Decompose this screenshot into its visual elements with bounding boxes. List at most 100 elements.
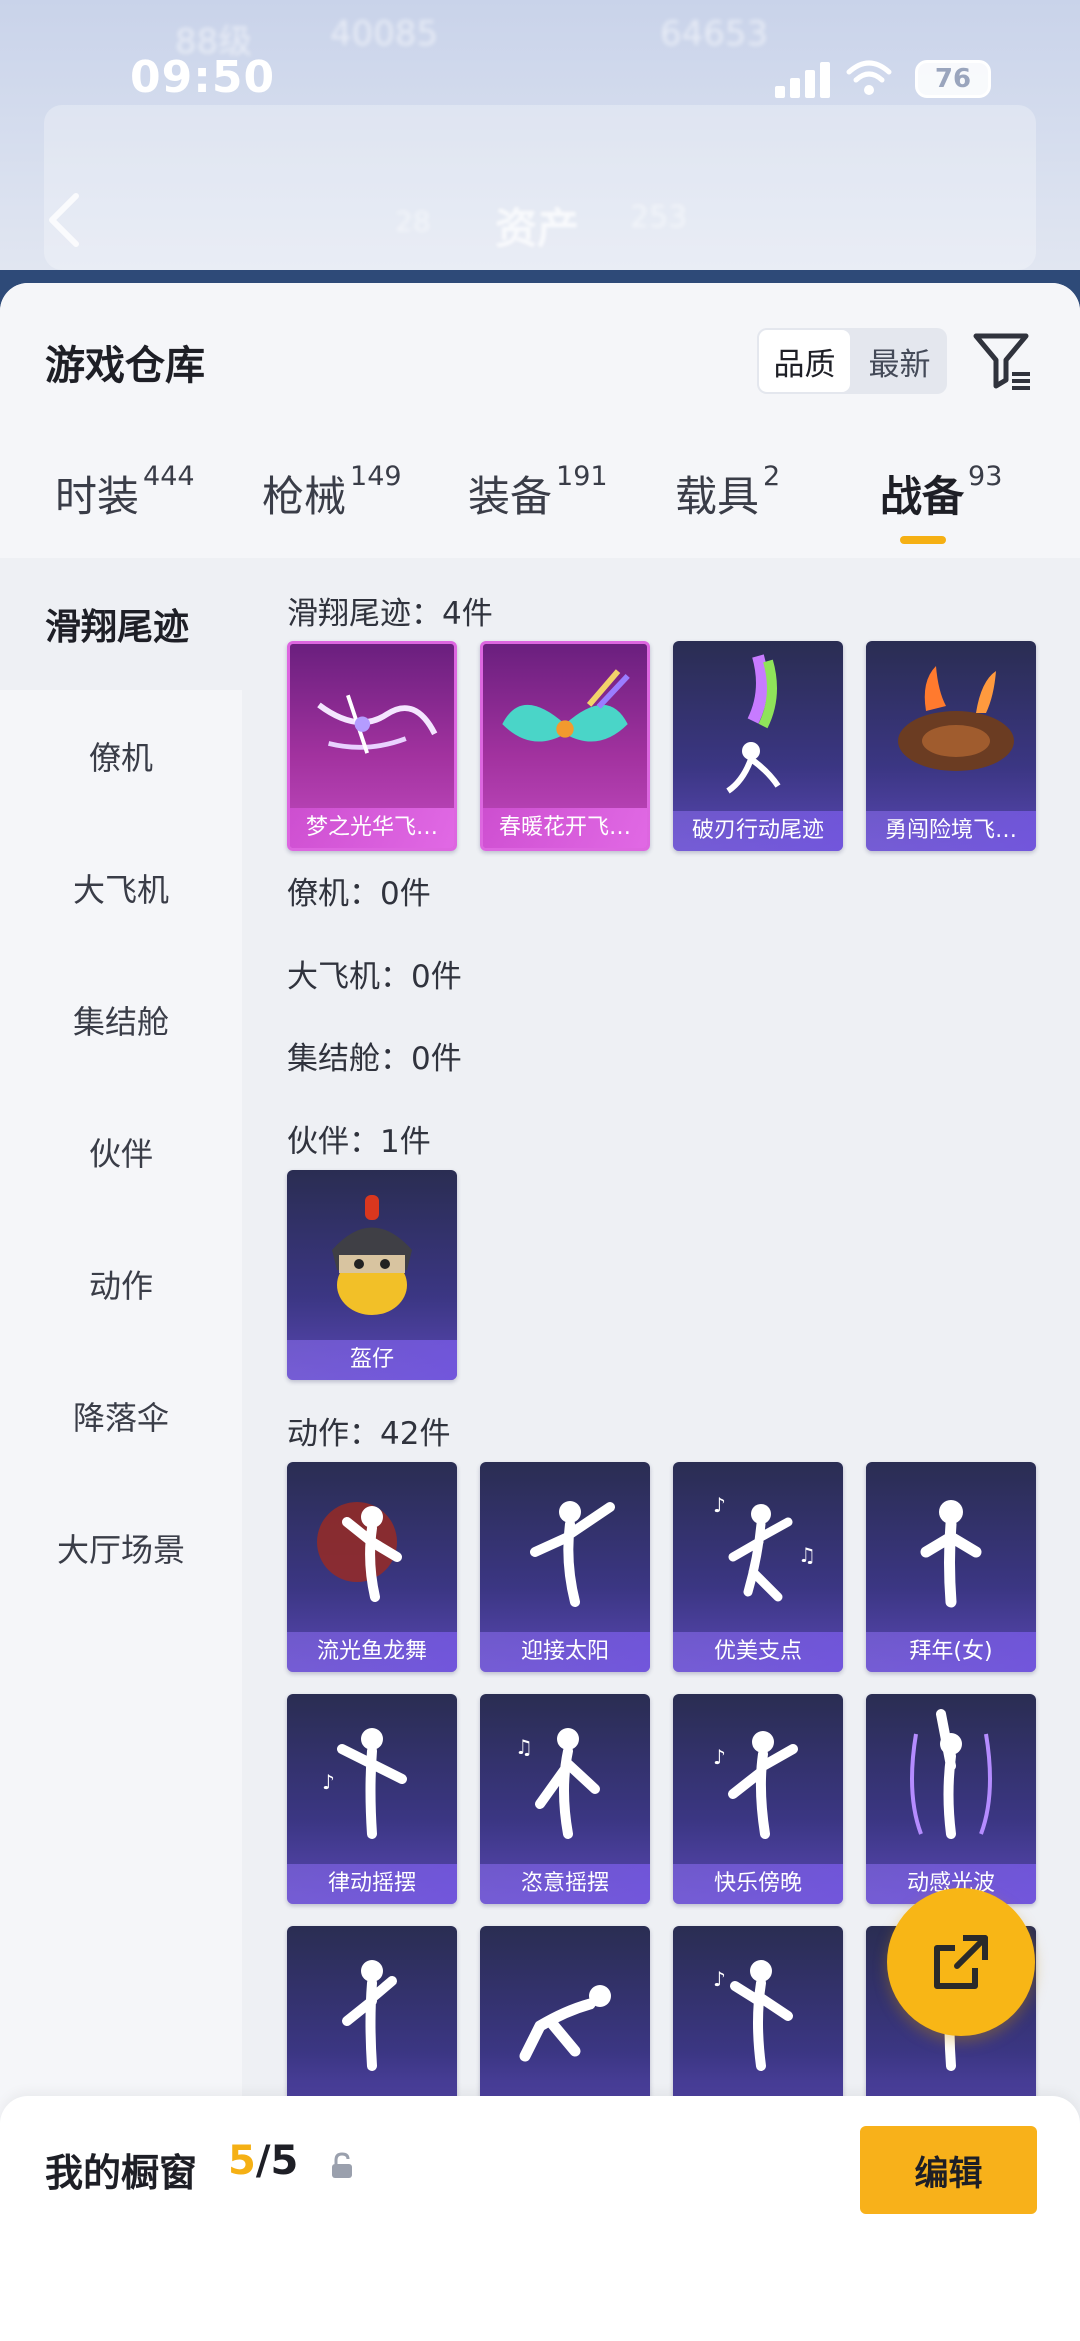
section-label-wingman: 僚机：0件: [287, 876, 431, 912]
chick-companion-icon: [332, 1195, 412, 1315]
section-label-trail: 滑翔尾迹：4件: [287, 596, 493, 632]
item-card[interactable]: ♫ 恣意摇摆: [480, 1694, 650, 1904]
dancer-icon: [519, 1985, 611, 2062]
svg-text:♪: ♪: [322, 1770, 335, 1794]
share-icon: [934, 1935, 988, 1989]
dancer-icon: [910, 1709, 992, 1839]
dancer-icon: ♪: [322, 1728, 407, 1839]
smoke-trail-icon: [726, 654, 781, 794]
section-label-plane: 大飞机：0件: [287, 959, 462, 995]
svg-text:♫: ♫: [798, 1543, 816, 1567]
tab-count: 93: [968, 461, 1003, 492]
signal-icon: [775, 62, 831, 98]
showcase-bar: 我的橱窗 5/5 编辑: [0, 2096, 1080, 2341]
item-name: 流光鱼龙舞: [287, 1632, 457, 1672]
item-name: 勇闯险境飞…: [866, 811, 1036, 851]
item-name: 律动摇摆: [287, 1864, 457, 1904]
sidebar-item-emote[interactable]: 动作: [0, 1218, 242, 1350]
item-name: 优美支点: [673, 1632, 843, 1672]
sidebar-item-parachute[interactable]: 降落伞: [0, 1350, 242, 1482]
sidebar-item-wingman[interactable]: 僚机: [0, 690, 242, 822]
item-card[interactable]: 春暖花开飞…: [480, 641, 650, 851]
sheet-title: 游戏仓库: [45, 343, 205, 389]
ghost-value-c: 253: [630, 200, 688, 235]
flame-trail-icon: [898, 666, 1014, 771]
tab-count: 191: [556, 461, 608, 492]
tab-equipment[interactable]: 装备 191: [468, 461, 608, 558]
tab-count: 149: [350, 461, 402, 492]
tab-weapons[interactable]: 枪械 149: [262, 461, 402, 558]
wifi-icon: [846, 60, 892, 95]
item-content: 滑翔尾迹：4件 梦之光华飞… 春暖花开飞… 破刃行动尾迹 勇闯险境飞… 僚机：0…: [242, 558, 1080, 2341]
active-tab-indicator: [900, 536, 946, 544]
dancer-icon: ♫: [515, 1728, 600, 1839]
section-label-pod: 集结舱：0件: [287, 1041, 462, 1077]
dancer-icon: ♪ ♫: [713, 1493, 816, 1602]
item-card[interactable]: 盔仔: [287, 1170, 457, 1380]
dancer-icon: ♪: [713, 1960, 793, 2071]
sidebar-item-lobby[interactable]: 大厅场景: [0, 1482, 242, 1614]
battery-icon: 76: [915, 60, 991, 98]
ghost-value-d: 28: [395, 205, 431, 238]
dancer-icon: [317, 1502, 402, 1602]
item-card[interactable]: 梦之光华飞…: [287, 641, 457, 851]
item-name: 恣意摇摆: [480, 1864, 650, 1904]
dancer-icon: [342, 1960, 397, 2071]
showcase-count-total: /5: [255, 2138, 299, 2184]
item-card[interactable]: 勇闯险境飞…: [866, 641, 1036, 851]
showcase-title: 我的橱窗: [45, 2151, 198, 2195]
butterfly-trail-icon: [502, 669, 630, 742]
background-header: 88级 40085 64653 253 28 资产: [0, 0, 1080, 310]
section-label-emote: 动作：42件: [287, 1416, 451, 1452]
sidebar-item-trail[interactable]: 滑翔尾迹: [0, 558, 242, 690]
sort-toggle: 品质 最新: [757, 328, 947, 394]
share-button[interactable]: [887, 1888, 1035, 2036]
svg-text:♫: ♫: [515, 1735, 533, 1759]
sheet-header: 游戏仓库 品质 最新 时装 444 枪械 149 装备 191 载具 2 战备 …: [0, 283, 1080, 558]
status-time: 09:50: [130, 52, 276, 103]
tab-label: 战备: [880, 472, 965, 521]
tab-label: 时装: [55, 472, 140, 521]
item-card[interactable]: 迎接太阳: [480, 1462, 650, 1672]
item-card[interactable]: ♪ 快乐傍晚: [673, 1694, 843, 1904]
item-card[interactable]: 拜年(女): [866, 1462, 1036, 1672]
back-icon[interactable]: [42, 190, 86, 250]
item-card[interactable]: 动感光波: [866, 1694, 1036, 1904]
ghost-value-a: 40085: [330, 14, 439, 54]
tab-count: 444: [143, 461, 195, 492]
item-name: 梦之光华飞…: [290, 808, 454, 848]
edit-button[interactable]: 编辑: [860, 2126, 1037, 2214]
svg-text:♪: ♪: [713, 1493, 726, 1517]
sort-quality-button[interactable]: 品质: [757, 328, 852, 394]
lock-icon: [332, 2152, 352, 2178]
item-name: 盔仔: [287, 1340, 457, 1380]
sidebar: 滑翔尾迹 僚机 大飞机 集结舱 伙伴 动作 降落伞 大厅场景: [0, 558, 242, 2341]
svg-text:♪: ♪: [713, 1745, 726, 1769]
tab-label: 装备: [468, 472, 553, 521]
item-name: 拜年(女): [866, 1632, 1036, 1672]
tab-label: 载具: [675, 472, 760, 521]
trail-art-icon: [317, 694, 438, 754]
dancer-icon: [530, 1501, 615, 1607]
item-name: 破刃行动尾迹: [673, 811, 843, 851]
ghost-title: 资产: [495, 204, 580, 253]
sort-newest-button[interactable]: 最新: [852, 328, 947, 394]
item-name: 春暖花开飞…: [483, 808, 647, 848]
filter-icon[interactable]: [972, 328, 1034, 394]
tab-count: 2: [763, 461, 781, 492]
item-card[interactable]: ♪ 律动摇摆: [287, 1694, 457, 1904]
section-label-companion: 伙伴：1件: [287, 1124, 431, 1160]
item-name: 迎接太阳: [480, 1632, 650, 1672]
warehouse-sheet: 游戏仓库 品质 最新 时装 444 枪械 149 装备 191 载具 2 战备 …: [0, 283, 1080, 2341]
item-card[interactable]: ♪ ♫ 优美支点: [673, 1462, 843, 1672]
item-card[interactable]: 流光鱼龙舞: [287, 1462, 457, 1672]
item-card[interactable]: 破刃行动尾迹: [673, 641, 843, 851]
sidebar-item-companion[interactable]: 伙伴: [0, 1086, 242, 1218]
tab-label: 枪械: [262, 472, 347, 521]
showcase-count-current: 5: [228, 2138, 256, 2184]
sidebar-item-plane[interactable]: 大飞机: [0, 822, 242, 954]
tab-vehicles[interactable]: 载具 2: [675, 461, 781, 558]
sidebar-item-pod[interactable]: 集结舱: [0, 954, 242, 1086]
ghost-value-b: 64653: [660, 14, 769, 54]
tab-fashion[interactable]: 时装 444: [55, 461, 195, 558]
